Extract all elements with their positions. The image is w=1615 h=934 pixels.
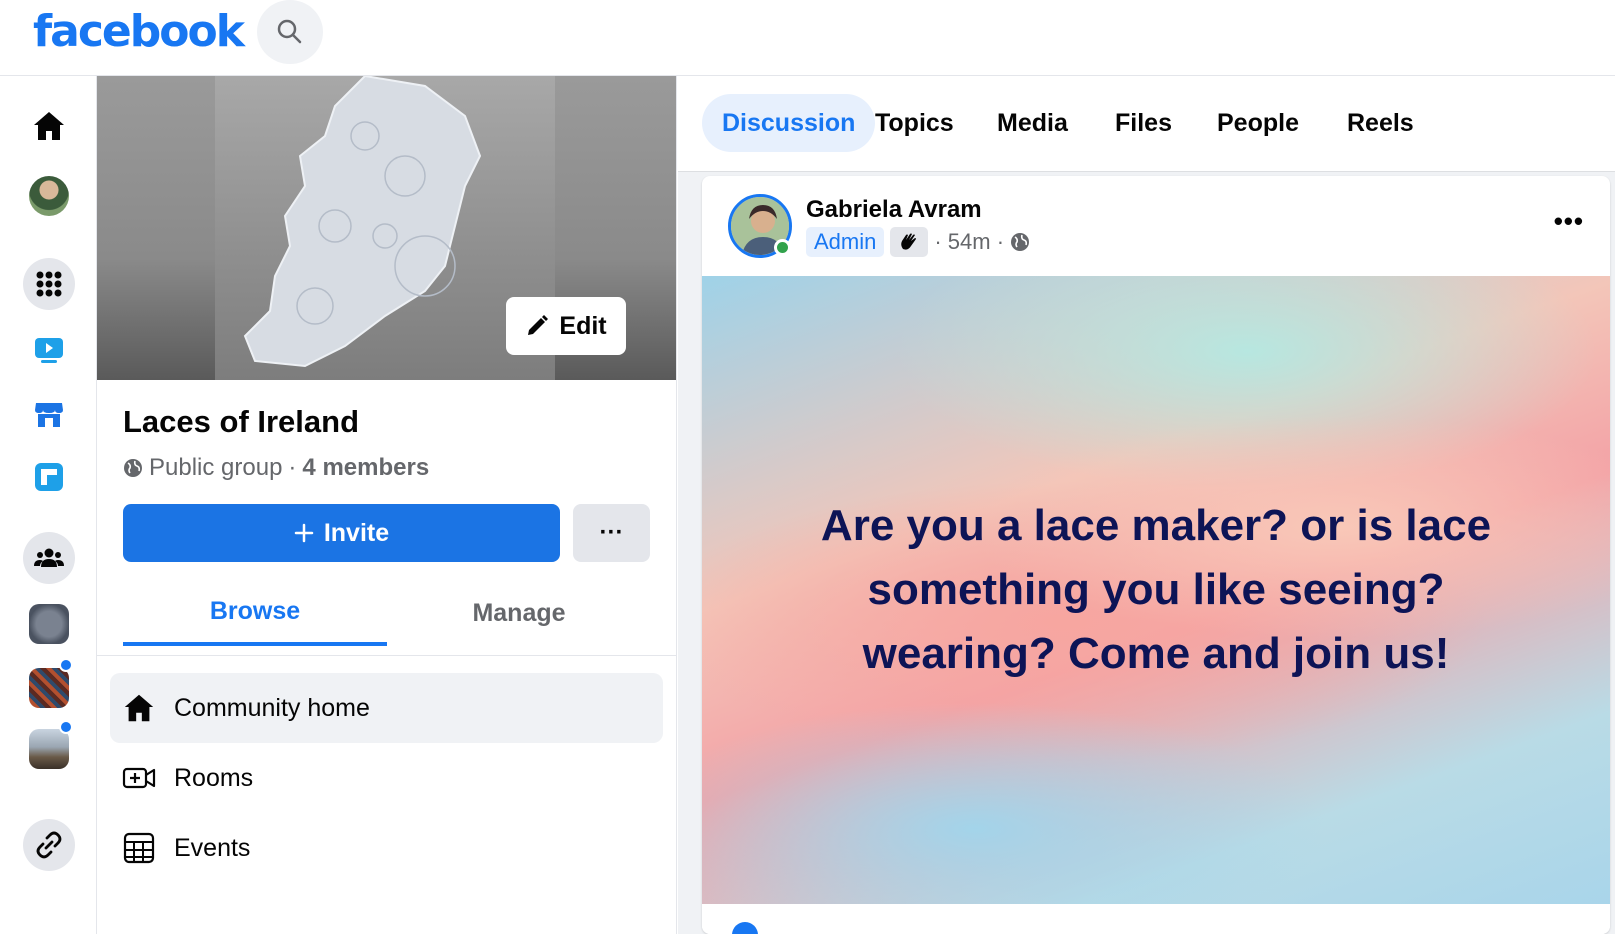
wave-hand-icon — [901, 233, 917, 250]
plus-icon — [294, 523, 314, 543]
group-name[interactable]: Laces of Ireland — [123, 404, 359, 440]
pencil-icon — [528, 315, 549, 335]
nav-events[interactable]: Events — [110, 813, 663, 883]
groups-button[interactable] — [23, 532, 75, 584]
tab-manage[interactable]: Manage — [387, 581, 651, 646]
top-bar: facebook — [0, 0, 1615, 76]
tab-media[interactable]: Media — [977, 94, 1088, 152]
tab-topics[interactable]: Topics — [855, 94, 974, 152]
admin-badge: Admin — [806, 227, 885, 257]
menu-grid-icon — [36, 271, 62, 297]
profile-avatar[interactable] — [29, 176, 69, 216]
nav-label: Events — [174, 833, 251, 862]
cover-image — [215, 76, 555, 380]
tab-files[interactable]: Files — [1095, 94, 1192, 152]
search-button[interactable] — [257, 0, 323, 64]
group-tab-bar: Discussion Topics Media Files People Ree… — [678, 76, 1615, 172]
watch-button[interactable] — [23, 324, 75, 376]
tab-discussion[interactable]: Discussion — [702, 94, 876, 152]
group-sidebar: Edit Laces of Ireland Public group · 4 m… — [97, 76, 677, 934]
home-button[interactable] — [23, 100, 75, 152]
group-shortcut-2[interactable] — [29, 668, 69, 708]
tab-browse[interactable]: Browse — [123, 581, 387, 646]
post-author-name[interactable]: Gabriela Avram — [806, 196, 982, 224]
left-rail — [7, 76, 97, 934]
post-footer — [702, 904, 1610, 934]
main-content: Discussion Topics Media Files People Ree… — [678, 76, 1615, 934]
search-icon — [277, 19, 302, 44]
notification-dot — [59, 658, 73, 672]
nav-label: Community home — [174, 693, 370, 722]
edit-cover-button[interactable]: Edit — [506, 297, 626, 355]
meta-separator: · — [288, 454, 297, 481]
nav-rooms[interactable]: Rooms — [110, 743, 663, 813]
video-plus-icon — [122, 767, 156, 789]
online-status-dot — [774, 239, 791, 256]
group-privacy: Public group — [149, 454, 283, 481]
public-globe-icon — [1011, 233, 1030, 251]
feeds-icon — [35, 463, 63, 491]
facebook-logo[interactable]: facebook — [33, 4, 245, 60]
post-text: Are you a lace maker? or is lace somethi… — [820, 501, 1492, 678]
tab-reels[interactable]: Reels — [1327, 94, 1434, 152]
groups-icon — [34, 548, 64, 567]
group-meta: Public group · 4 members — [123, 454, 429, 482]
like-reaction-icon[interactable] — [732, 922, 758, 934]
globe-icon — [124, 459, 142, 477]
edit-label: Edit — [559, 311, 607, 340]
link-button[interactable] — [23, 819, 75, 871]
group-cover-photo: Edit — [97, 76, 676, 380]
post-more-button[interactable]: ••• — [1554, 206, 1584, 237]
invite-button[interactable]: Invite — [123, 504, 560, 562]
lace-map-image — [243, 76, 482, 368]
post-text-background[interactable]: Are you a lace maker? or is lace somethi… — [702, 276, 1610, 904]
notification-dot — [59, 720, 73, 734]
feeds-button[interactable] — [23, 451, 75, 503]
post-time: · 54m · — [934, 229, 1005, 254]
group-members-count[interactable]: 4 members — [302, 454, 429, 482]
tabs-divider — [97, 655, 676, 656]
group-more-button[interactable]: ··· — [573, 504, 650, 562]
invite-label: Invite — [323, 518, 390, 547]
link-icon — [36, 831, 62, 859]
watch-icon — [35, 338, 63, 363]
post-card: Gabriela Avram Admin · 54m · ••• Are you… — [702, 176, 1610, 934]
tab-people[interactable]: People — [1197, 94, 1319, 152]
marketplace-icon — [35, 403, 63, 427]
home-icon — [34, 112, 64, 140]
calendar-icon — [123, 832, 155, 864]
nav-label: Rooms — [174, 763, 254, 792]
marketplace-button[interactable] — [23, 388, 75, 440]
home-icon — [124, 694, 154, 722]
nav-community-home[interactable]: Community home — [110, 673, 663, 743]
menu-button[interactable] — [23, 258, 75, 310]
group-shortcut-3[interactable] — [29, 729, 69, 769]
wave-badge — [890, 227, 929, 257]
post-meta: Admin · 54m · — [806, 227, 1030, 257]
group-shortcut-1[interactable] — [29, 604, 69, 644]
